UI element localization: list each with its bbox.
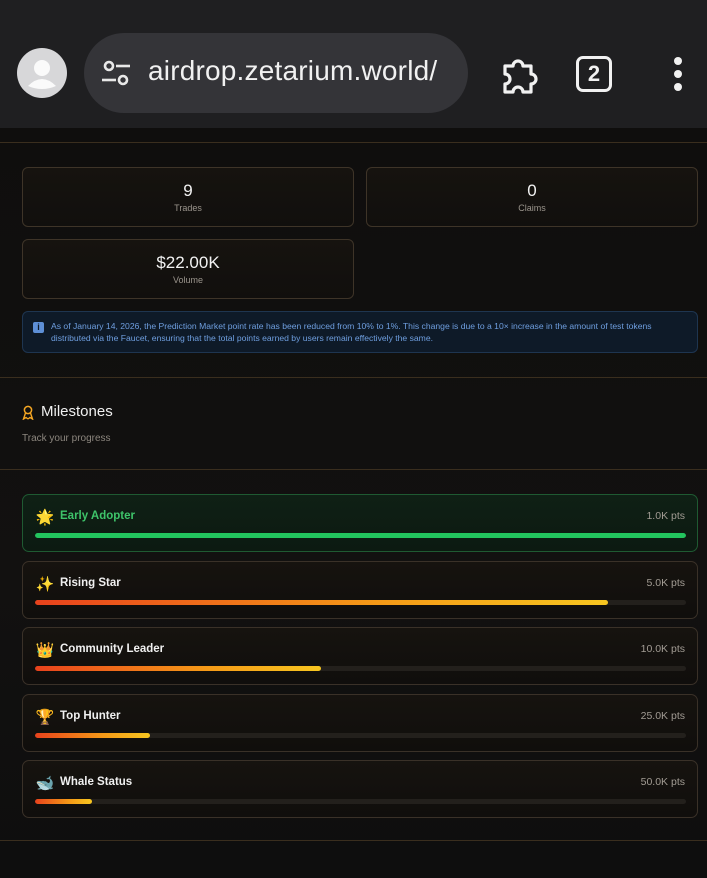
milestones-subtitle: Track your progress [22, 433, 111, 444]
milestone-card: 👑 Community Leader 10.0K pts [22, 627, 698, 685]
ribbon-award-icon [22, 405, 34, 420]
milestone-card: 🏆 Top Hunter 25.0K pts [22, 694, 698, 752]
milestone-emoji-icon: 🌟 [35, 509, 55, 526]
milestone-progress-fill [35, 733, 150, 738]
tab-switcher-button[interactable]: 2 [576, 56, 612, 92]
url-text[interactable]: airdrop.zetarium.world/ [148, 55, 458, 87]
stat-value: 9 [183, 181, 193, 200]
address-bar[interactable]: airdrop.zetarium.world/ [84, 33, 468, 113]
extensions-puzzle-icon[interactable] [497, 52, 541, 96]
milestone-points: 5.0K pts [646, 577, 685, 589]
milestone-emoji-icon: 🐋 [35, 775, 55, 792]
milestone-emoji-icon: ✨ [35, 576, 55, 593]
divider [0, 142, 707, 143]
milestone-card: ✨ Rising Star 5.0K pts [22, 561, 698, 619]
stat-value: $22.00K [156, 253, 220, 272]
milestone-progress-fill [35, 799, 93, 804]
milestone-points: 1.0K pts [646, 510, 685, 522]
milestone-points: 25.0K pts [640, 710, 685, 722]
milestone-card: 🌟 Early Adopter 1.0K pts [22, 494, 698, 552]
stat-value: 0 [527, 181, 537, 200]
stat-label: Trades [174, 203, 202, 213]
milestone-name: Top Hunter [60, 710, 121, 722]
divider [0, 840, 707, 841]
milestone-progress-bar [35, 733, 686, 738]
notice-banner: i As of January 14, 2026, the Prediction… [22, 311, 698, 353]
milestone-progress-fill [35, 533, 686, 538]
milestone-name: Early Adopter [60, 510, 135, 522]
more-options-icon[interactable] [666, 56, 690, 92]
milestone-emoji-icon: 🏆 [35, 709, 55, 726]
stat-card-trades: 9 Trades [22, 167, 354, 227]
stat-card-volume: $22.00K Volume [22, 239, 354, 299]
milestone-progress-fill [35, 600, 608, 605]
milestone-progress-bar [35, 533, 686, 538]
milestone-progress-bar [35, 600, 686, 605]
page-content: 9 Trades 0 Claims $22.00K Volume i As of… [0, 128, 707, 878]
milestone-points: 50.0K pts [640, 776, 685, 788]
milestone-progress-fill [35, 666, 322, 671]
browser-toolbar: airdrop.zetarium.world/ 2 [0, 0, 707, 128]
milestone-emoji-icon: 👑 [35, 642, 55, 659]
milestone-progress-bar [35, 799, 686, 804]
site-settings-icon[interactable] [100, 57, 132, 89]
stat-card-claims: 0 Claims [366, 167, 698, 227]
divider [0, 377, 707, 378]
milestone-points: 10.0K pts [640, 643, 685, 655]
milestone-name: Rising Star [60, 577, 121, 589]
stat-label: Volume [172, 275, 204, 285]
notice-text: As of January 14, 2026, the Prediction M… [51, 321, 652, 343]
info-icon: i [33, 322, 44, 333]
milestone-name: Community Leader [60, 643, 165, 655]
profile-avatar-icon[interactable] [17, 48, 67, 98]
stat-label: Claims [518, 203, 546, 213]
milestone-name: Whale Status [60, 776, 133, 788]
milestone-card: 🐋 Whale Status 50.0K pts [22, 760, 698, 818]
milestones-title: Milestones [41, 403, 113, 420]
divider [0, 469, 707, 470]
milestone-progress-bar [35, 666, 686, 671]
